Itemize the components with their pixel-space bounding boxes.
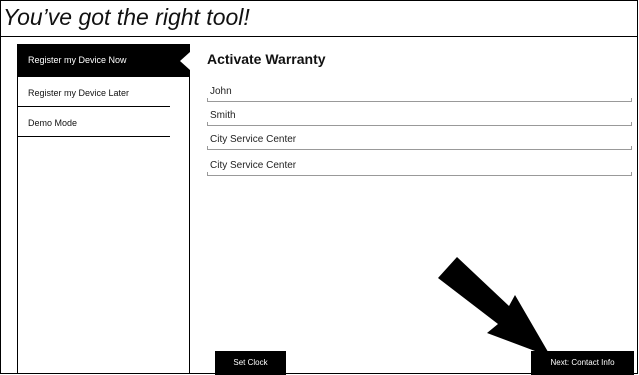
arrow-pointer-icon: [438, 257, 551, 357]
field-tick: [631, 98, 632, 102]
set-clock-button[interactable]: Set Clock: [215, 351, 286, 375]
field-tick: [207, 98, 208, 102]
field-underline: [207, 125, 632, 126]
first-name-field[interactable]: [207, 82, 632, 102]
page-title: Activate Warranty: [207, 51, 326, 67]
last-name-field[interactable]: [207, 106, 632, 126]
field-underline: [207, 101, 632, 102]
header-banner: You’ve got the right tool!: [1, 1, 637, 37]
sidebar-divider: [18, 136, 170, 137]
last-name-input[interactable]: [207, 106, 632, 124]
service-center-field[interactable]: [207, 156, 632, 176]
company-field[interactable]: [207, 130, 632, 150]
field-tick: [207, 146, 208, 150]
field-tick: [631, 146, 632, 150]
company-input[interactable]: [207, 130, 632, 148]
sidebar-item-label: Register my Device Later: [28, 88, 130, 98]
field-underline: [207, 149, 632, 150]
next-contact-info-button[interactable]: Next: Contact Info: [531, 351, 634, 375]
first-name-input[interactable]: [207, 82, 632, 100]
field-tick: [631, 172, 632, 176]
field-tick: [207, 122, 208, 126]
field-tick: [207, 172, 208, 176]
app-window: You’ve got the right tool! Register my D…: [0, 0, 638, 375]
active-indicator-notch: [180, 52, 190, 70]
sidebar-item-register-now[interactable]: Register my Device Now: [18, 44, 190, 77]
sidebar-item-label: Register my Device Now: [28, 55, 127, 65]
field-tick: [631, 122, 632, 126]
field-underline: [207, 175, 632, 176]
sidebar-item-label: Demo Mode: [28, 118, 78, 128]
banner-title: You’ve got the right tool!: [3, 4, 250, 30]
service-center-input[interactable]: [207, 156, 632, 174]
sidebar: Register my Device Now Register my Devic…: [17, 44, 190, 374]
